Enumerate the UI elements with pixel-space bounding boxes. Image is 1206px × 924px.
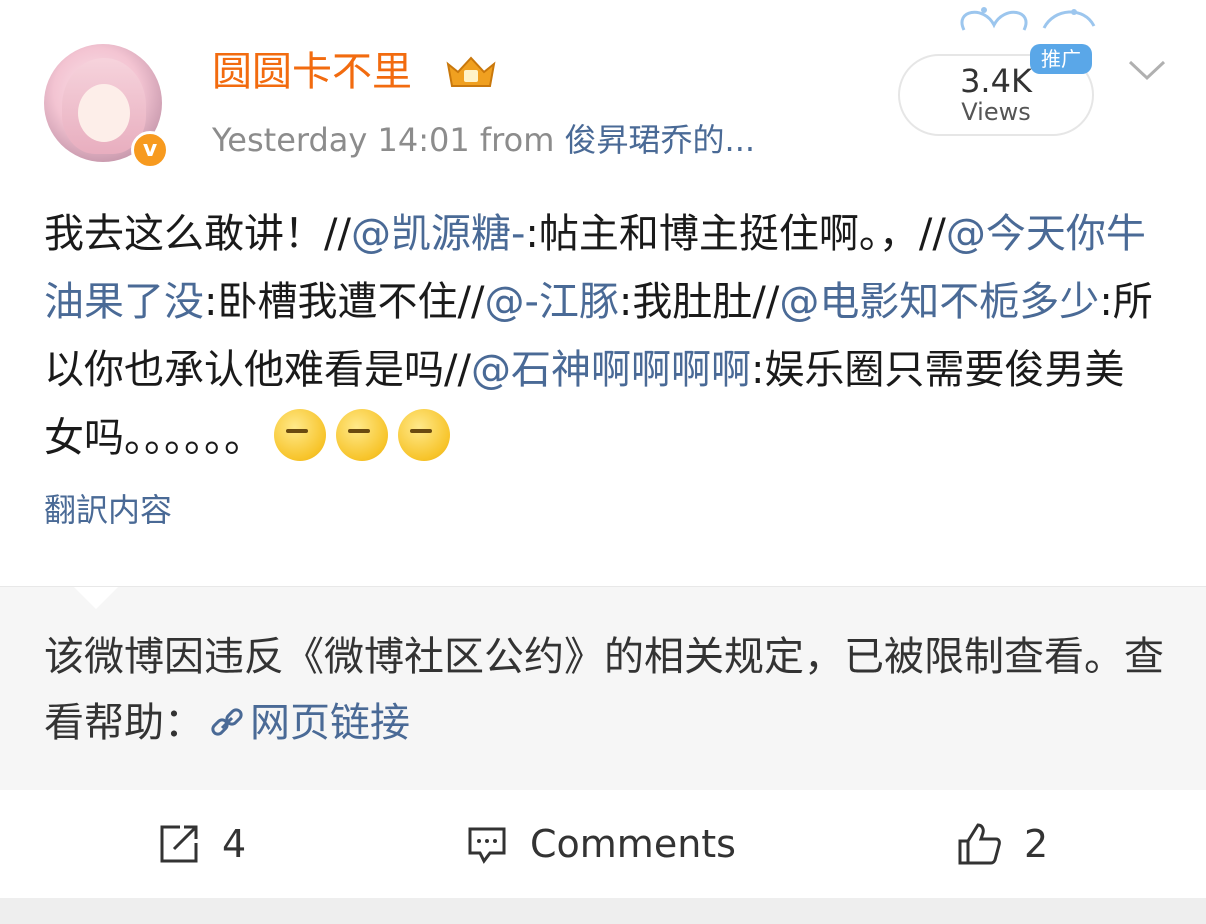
- help-link[interactable]: 网页链接: [204, 700, 410, 746]
- promo-badge[interactable]: 推广: [1030, 44, 1092, 74]
- repost-button[interactable]: 4: [158, 818, 246, 870]
- username[interactable]: 圆圆卡不里: [212, 44, 412, 100]
- bottom-separator: [0, 898, 1206, 924]
- content-text: :卧槽我遭不住//: [204, 279, 485, 325]
- content-text: :帖主和博主挺住啊。，//: [525, 211, 946, 257]
- mention-link[interactable]: @电影知不栀多少: [779, 279, 1099, 325]
- smirk-emoji-icon: [398, 409, 450, 461]
- views-label: Views: [961, 98, 1031, 126]
- share-square-icon: [160, 825, 198, 863]
- content-text: :我肚肚//: [618, 279, 780, 325]
- translate-link[interactable]: 翻訳内容: [44, 488, 172, 532]
- from-label: from: [479, 121, 555, 159]
- mention-link[interactable]: @石神啊啊啊啊: [471, 347, 751, 393]
- post-content: 我去这么敢讲！//@凯源糖-:帖主和博主挺住啊。，//@今天你牛油果了没:卧槽我…: [44, 200, 1164, 472]
- link-icon: [211, 708, 243, 736]
- comment-bubble-icon: [468, 827, 506, 864]
- post-time: Yesterday 14:01: [212, 121, 470, 159]
- help-link-label[interactable]: 网页链接: [250, 700, 410, 746]
- mention-link[interactable]: @凯源糖-: [351, 211, 525, 257]
- thumbs-up-icon: [958, 823, 1001, 865]
- mention-link[interactable]: @-江豚: [484, 279, 618, 325]
- crown-badge-icon: [446, 56, 496, 87]
- comments-button[interactable]: Comments: [466, 818, 736, 870]
- smirk-emoji-icon: [336, 409, 388, 461]
- likes-count: 2: [1024, 822, 1049, 866]
- post-meta: Yesterday 14:01 from 俊昇珺乔的...: [212, 118, 755, 162]
- restriction-notice-text: 该微博因违反《微博社区公约》的相关规定，已被限制查看。查看帮助： 网页链接: [44, 624, 1164, 756]
- post-source[interactable]: 俊昇珺乔的...: [565, 121, 756, 159]
- comments-label: Comments: [530, 822, 736, 866]
- smirk-emoji-icon: [274, 409, 326, 461]
- like-button[interactable]: 2: [956, 818, 1048, 870]
- chevron-down-icon[interactable]: [1126, 54, 1168, 84]
- verified-badge: v: [131, 131, 169, 169]
- repost-count: 4: [222, 822, 247, 866]
- content-text: 我去这么敢讲！//: [44, 211, 351, 257]
- notice-pointer: [74, 587, 118, 609]
